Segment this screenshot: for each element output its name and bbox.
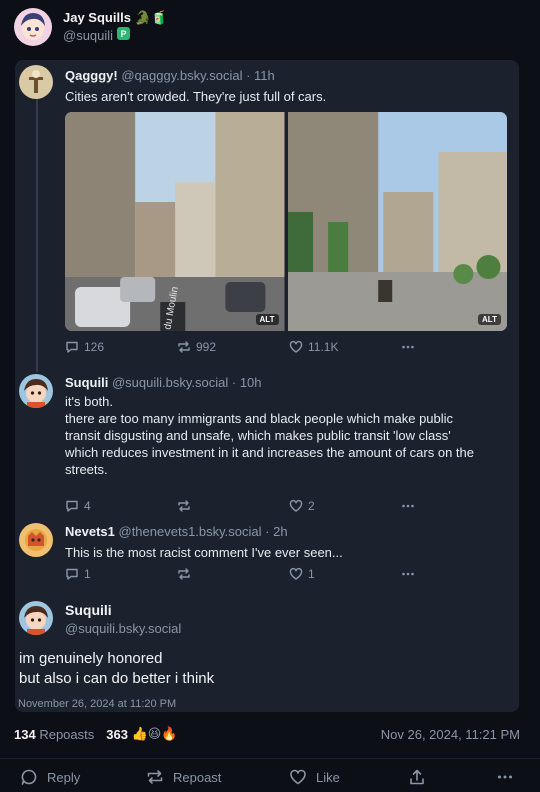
repost-button[interactable]: 992 [177, 340, 289, 354]
like-count: 2 [308, 499, 315, 513]
focus-post-author-handle[interactable]: @suquili.bsky.social [65, 621, 181, 636]
post-text: it's both. there are too many immigrants… [65, 394, 474, 477]
repost-label[interactable]: Repoast [173, 770, 221, 785]
post-time: · 10h [231, 375, 262, 390]
focus-post-author-name[interactable]: Suquili [65, 602, 112, 618]
like-label[interactable]: Like [316, 770, 340, 785]
street-photo-before[interactable]: Rue du Moulin ALT [65, 112, 285, 331]
svg-text:P: P [121, 29, 127, 39]
focus-post-date: November 26, 2024 at 11:20 PM [18, 698, 177, 710]
author-name-emojis: 🐊🧃 [134, 10, 168, 25]
post-actions: 1 1 [65, 567, 415, 581]
like-icon [289, 499, 303, 512]
reply-count: 1 [84, 567, 91, 581]
post-author-handle[interactable]: @suquili.bsky.social [112, 375, 228, 390]
like-icon [289, 567, 303, 580]
post-actions: 126 992 11.1K [65, 340, 415, 354]
repost-icon [147, 770, 163, 784]
alt-badge[interactable]: ALT [478, 314, 501, 325]
quoted-thread-card[interactable]: Qagggy! @qagggy.bsky.social · 11h Cities… [15, 60, 519, 712]
thread-connector-line [36, 98, 38, 372]
alt-badge[interactable]: ALT [255, 314, 279, 325]
repost-icon [178, 500, 190, 512]
post-author-name[interactable]: Qagggy! [65, 68, 118, 83]
post-timestamp: Nov 26, 2024, 11:21 PM [380, 726, 520, 742]
thread-author[interactable]: Jay Squills 🐊🧃 @suquili P [14, 8, 167, 46]
repost-button[interactable] [177, 567, 289, 581]
like-icon [290, 769, 306, 785]
reply-icon [66, 500, 78, 512]
post-time: · 11h [246, 68, 275, 83]
reply-icon [66, 341, 78, 353]
more-icon [402, 572, 414, 576]
likes-emojis[interactable]: 👍😆🔥 [132, 726, 178, 742]
post-header: Nevets1 @thenevets1.bsky.social · 2h [65, 523, 509, 540]
post-text: This is the most racist comment I've eve… [65, 545, 343, 560]
post-author-name[interactable]: Nevets1 [65, 524, 115, 539]
repost-icon [178, 341, 190, 353]
post-author-handle[interactable]: @qagggy.bsky.social [121, 68, 242, 83]
more-button[interactable] [401, 499, 415, 513]
repost-count: 992 [196, 340, 217, 354]
suquili-avatar[interactable] [19, 374, 53, 408]
reposts-label[interactable]: Repoasts [39, 727, 94, 742]
reply-count: 126 [84, 340, 105, 354]
verified-badge-icon: P [117, 27, 131, 45]
author-handle[interactable]: @suquili [63, 27, 113, 45]
post-media[interactable]: Rue du Moulin ALT ALT [65, 112, 507, 331]
more-button[interactable] [401, 567, 415, 581]
likes-count[interactable]: 363 [106, 727, 128, 742]
author-name[interactable]: Jay Squills [63, 9, 131, 27]
reply-button[interactable]: 126 [65, 340, 177, 354]
like-icon [289, 340, 303, 353]
like-count: 11.1K [308, 340, 339, 354]
nevets1-avatar[interactable] [19, 523, 53, 557]
more-icon [402, 345, 414, 349]
share-button[interactable] [408, 768, 426, 786]
more-icon [402, 504, 414, 508]
more-icon [498, 775, 512, 779]
like-button[interactable]: 11.1K [289, 340, 401, 354]
more-button[interactable] [496, 768, 514, 786]
like-button[interactable]: 2 [289, 499, 401, 513]
post-time: · 2h [265, 524, 288, 539]
suquili-avatar[interactable] [19, 601, 53, 635]
post-actions: 4 2 [65, 499, 415, 513]
share-icon [410, 769, 424, 785]
post-header: Suquili @suquili.bsky.social · 10h [65, 374, 509, 391]
repost-button[interactable] [177, 499, 289, 513]
engagement-stats: 134 Repoasts 363 👍😆🔥 Nov 26, 2024, 11:21… [14, 726, 520, 742]
reply-label[interactable]: Reply [47, 770, 80, 785]
repost-icon [178, 568, 190, 580]
repost-button[interactable]: Repoast [146, 768, 221, 786]
more-button[interactable] [401, 340, 415, 354]
reply-button[interactable]: 1 [65, 567, 177, 581]
reply-icon [66, 568, 78, 580]
qagggy-avatar[interactable] [19, 65, 53, 99]
reply-count: 4 [84, 499, 91, 513]
like-button[interactable]: 1 [289, 567, 401, 581]
street-photo-after[interactable]: ALT [287, 112, 507, 331]
post-author-name[interactable]: Suquili [65, 375, 108, 390]
post-header: Qagggy! @qagggy.bsky.social · 11h [65, 67, 509, 84]
post-author-handle[interactable]: @thenevets1.bsky.social [119, 524, 262, 539]
author-avatar[interactable] [14, 8, 52, 46]
post-text: Cities aren't crowded. They're just full… [65, 89, 327, 104]
reply-button[interactable]: Reply [20, 768, 80, 786]
bottom-action-bar: Reply Repoast Like [0, 758, 540, 792]
reply-icon [21, 769, 37, 785]
like-count: 1 [308, 567, 315, 581]
like-button[interactable]: Like [289, 768, 340, 786]
focus-post-text: im genuinely honored but also i can do b… [19, 650, 215, 687]
reply-button[interactable]: 4 [65, 499, 177, 513]
reposts-count[interactable]: 134 [14, 727, 36, 742]
